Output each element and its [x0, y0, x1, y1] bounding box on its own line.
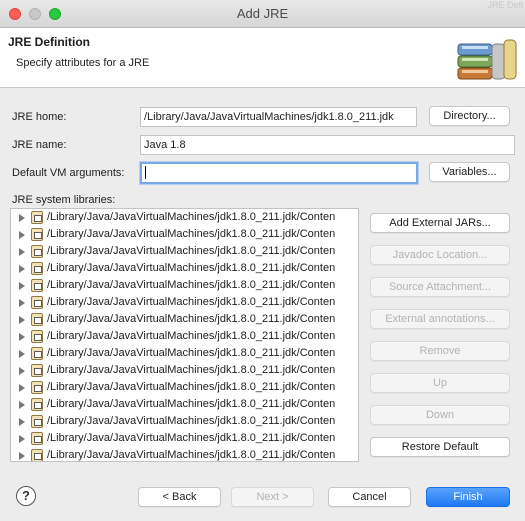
- text-caret: [145, 166, 146, 179]
- library-path: /Library/Java/JavaVirtualMachines/jdk1.8…: [47, 279, 336, 291]
- library-path: /Library/Java/JavaVirtualMachines/jdk1.8…: [47, 211, 336, 223]
- jar-file-icon: [31, 398, 43, 411]
- library-path: /Library/Java/JavaVirtualMachines/jdk1.8…: [47, 228, 336, 240]
- cancel-button[interactable]: Cancel: [328, 487, 411, 507]
- library-row[interactable]: /Library/Java/JavaVirtualMachines/jdk1.8…: [11, 362, 358, 379]
- libraries-label: JRE system libraries:: [12, 194, 116, 206]
- library-books-icon: [457, 39, 517, 80]
- library-row[interactable]: /Library/Java/JavaVirtualMachines/jdk1.8…: [11, 277, 358, 294]
- external-annotations-button[interactable]: External annotations...: [370, 309, 510, 329]
- jre-home-label: JRE home:: [12, 111, 67, 123]
- help-icon[interactable]: ?: [16, 486, 36, 506]
- jar-file-icon: [31, 262, 43, 275]
- directory-button[interactable]: Directory...: [429, 106, 510, 126]
- library-path: /Library/Java/JavaVirtualMachines/jdk1.8…: [47, 364, 336, 376]
- expand-triangle-icon[interactable]: [19, 384, 25, 392]
- library-path: /Library/Java/JavaVirtualMachines/jdk1.8…: [47, 398, 336, 410]
- library-row[interactable]: /Library/Java/JavaVirtualMachines/jdk1.8…: [11, 311, 358, 328]
- jar-file-icon: [31, 211, 43, 224]
- next-button[interactable]: Next >: [231, 487, 314, 507]
- library-path: /Library/Java/JavaVirtualMachines/jdk1.8…: [47, 262, 336, 274]
- add-external-jars-button[interactable]: Add External JARs...: [370, 213, 510, 233]
- jar-file-icon: [31, 347, 43, 360]
- expand-triangle-icon[interactable]: [19, 231, 25, 239]
- variables-button[interactable]: Variables...: [429, 162, 510, 182]
- jre-name-label: JRE name:: [12, 139, 67, 151]
- jar-file-icon: [31, 245, 43, 258]
- jar-file-icon: [31, 449, 43, 461]
- library-row[interactable]: /Library/Java/JavaVirtualMachines/jdk1.8…: [11, 345, 358, 362]
- expand-triangle-icon[interactable]: [19, 333, 25, 341]
- expand-triangle-icon[interactable]: [19, 452, 25, 460]
- expand-triangle-icon[interactable]: [19, 248, 25, 256]
- jre-name-field[interactable]: Java 1.8: [140, 135, 515, 155]
- header-banner: JRE Definition Specify attributes for a …: [0, 28, 525, 88]
- library-path: /Library/Java/JavaVirtualMachines/jdk1.8…: [47, 245, 336, 257]
- page-subtitle: Specify attributes for a JRE: [16, 57, 150, 69]
- title-bar: Add JRE JRE Defi: [0, 0, 525, 28]
- library-row[interactable]: /Library/Java/JavaVirtualMachines/jdk1.8…: [11, 379, 358, 396]
- down-button[interactable]: Down: [370, 405, 510, 425]
- expand-triangle-icon[interactable]: [19, 418, 25, 426]
- jar-file-icon: [31, 313, 43, 326]
- library-list[interactable]: /Library/Java/JavaVirtualMachines/jdk1.8…: [10, 208, 359, 462]
- library-path: /Library/Java/JavaVirtualMachines/jdk1.8…: [47, 449, 336, 461]
- javadoc-location-button[interactable]: Javadoc Location...: [370, 245, 510, 265]
- jar-file-icon: [31, 364, 43, 377]
- jar-file-icon: [31, 330, 43, 343]
- add-jre-dialog: Add JRE JRE Defi JRE Definition Specify …: [0, 0, 525, 521]
- library-path: /Library/Java/JavaVirtualMachines/jdk1.8…: [47, 432, 336, 444]
- library-path: /Library/Java/JavaVirtualMachines/jdk1.8…: [47, 313, 336, 325]
- vm-args-label: Default VM arguments:: [12, 167, 125, 179]
- expand-triangle-icon[interactable]: [19, 350, 25, 358]
- jar-file-icon: [31, 432, 43, 445]
- expand-triangle-icon[interactable]: [19, 282, 25, 290]
- jar-file-icon: [31, 228, 43, 241]
- remove-button[interactable]: Remove: [370, 341, 510, 361]
- library-row[interactable]: /Library/Java/JavaVirtualMachines/jdk1.8…: [11, 430, 358, 447]
- source-attachment-button[interactable]: Source Attachment...: [370, 277, 510, 297]
- expand-triangle-icon[interactable]: [19, 435, 25, 443]
- background-window-text: JRE Defi: [487, 0, 523, 10]
- expand-triangle-icon[interactable]: [19, 367, 25, 375]
- vm-args-field[interactable]: [140, 162, 418, 184]
- library-row[interactable]: /Library/Java/JavaVirtualMachines/jdk1.8…: [11, 413, 358, 430]
- library-row[interactable]: /Library/Java/JavaVirtualMachines/jdk1.8…: [11, 396, 358, 413]
- jar-file-icon: [31, 279, 43, 292]
- jar-file-icon: [31, 296, 43, 309]
- library-path: /Library/Java/JavaVirtualMachines/jdk1.8…: [47, 381, 336, 393]
- jre-home-field[interactable]: /Library/Java/JavaVirtualMachines/jdk1.8…: [140, 107, 417, 127]
- library-path: /Library/Java/JavaVirtualMachines/jdk1.8…: [47, 415, 336, 427]
- library-path: /Library/Java/JavaVirtualMachines/jdk1.8…: [47, 347, 336, 359]
- library-row[interactable]: /Library/Java/JavaVirtualMachines/jdk1.8…: [11, 260, 358, 277]
- library-row[interactable]: /Library/Java/JavaVirtualMachines/jdk1.8…: [11, 447, 358, 461]
- finish-button[interactable]: Finish: [426, 487, 510, 507]
- window-title: Add JRE: [236, 6, 289, 21]
- expand-triangle-icon[interactable]: [19, 299, 25, 307]
- expand-triangle-icon[interactable]: [19, 265, 25, 273]
- page-title: JRE Definition: [8, 35, 91, 49]
- library-row[interactable]: /Library/Java/JavaVirtualMachines/jdk1.8…: [11, 294, 358, 311]
- library-row[interactable]: /Library/Java/JavaVirtualMachines/jdk1.8…: [11, 243, 358, 260]
- jar-file-icon: [31, 381, 43, 394]
- up-button[interactable]: Up: [370, 373, 510, 393]
- library-path: /Library/Java/JavaVirtualMachines/jdk1.8…: [47, 330, 336, 342]
- library-row[interactable]: /Library/Java/JavaVirtualMachines/jdk1.8…: [11, 209, 358, 226]
- library-path: /Library/Java/JavaVirtualMachines/jdk1.8…: [47, 296, 336, 308]
- expand-triangle-icon[interactable]: [19, 401, 25, 409]
- expand-triangle-icon[interactable]: [19, 316, 25, 324]
- restore-default-button[interactable]: Restore Default: [370, 437, 510, 457]
- expand-triangle-icon[interactable]: [19, 214, 25, 222]
- library-row[interactable]: /Library/Java/JavaVirtualMachines/jdk1.8…: [11, 328, 358, 345]
- jar-file-icon: [31, 415, 43, 428]
- back-button[interactable]: < Back: [138, 487, 221, 507]
- library-row[interactable]: /Library/Java/JavaVirtualMachines/jdk1.8…: [11, 226, 358, 243]
